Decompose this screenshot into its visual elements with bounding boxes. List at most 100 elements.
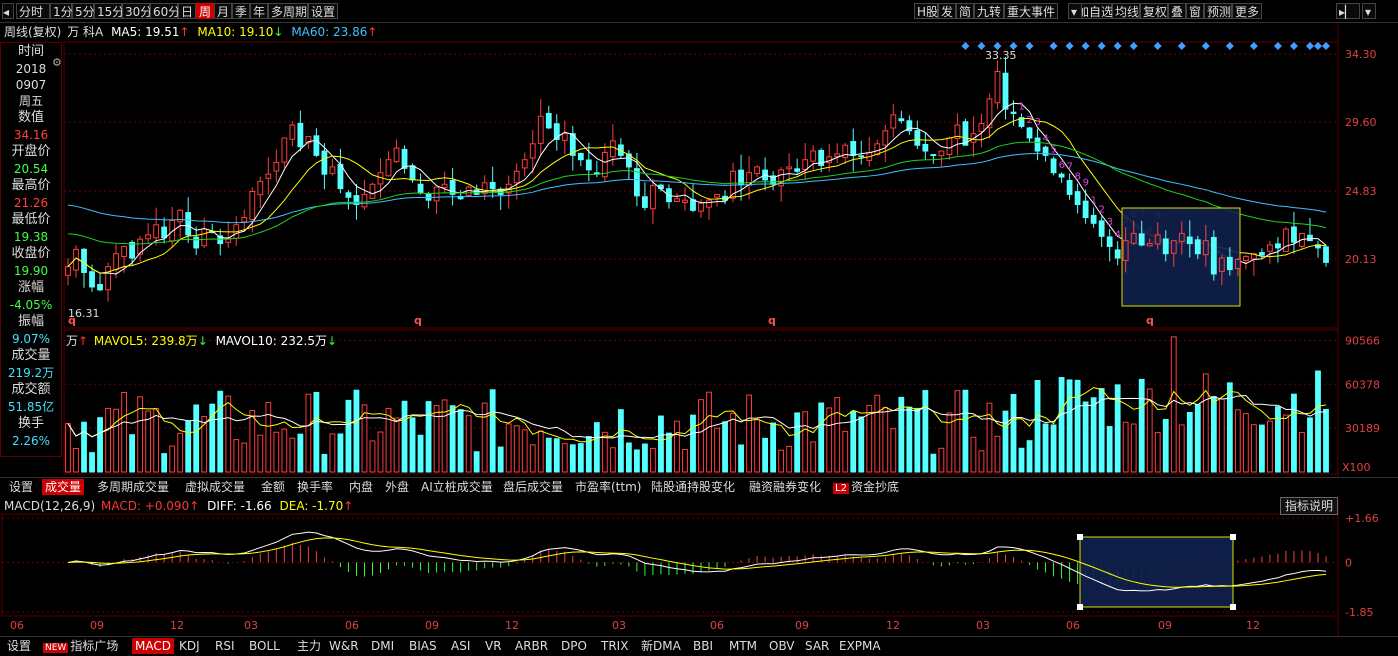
tool-button-8[interactable]: 叠 [1168,3,1186,19]
ind-tab-15[interactable]: 新DMA [638,638,684,654]
vol-tab-5[interactable]: 换手率 [294,479,336,495]
ind-tab-14[interactable]: TRIX [598,638,631,654]
nine-turn-label: 1 [1091,195,1097,206]
ind-tab-13[interactable]: DPO [558,638,590,654]
tool-button-11[interactable]: 更多 [1232,3,1262,19]
period-button-2[interactable]: 5分 [72,3,95,19]
vol-tab-4[interactable]: 金额 [258,479,288,495]
volume-bar [1106,426,1113,473]
candle-body [994,70,1001,104]
macd-info-line: MACD(12,26,9) MACD: +0.090↑ DIFF: -1.66 … [4,498,353,514]
vol-tab-3[interactable]: 虚拟成交量 [182,479,248,495]
dropdown-icon[interactable]: ▾ [1068,3,1082,19]
candle-body [1291,226,1297,243]
candle-body [1090,214,1097,224]
vol-tab-6[interactable]: 内盘 [346,479,376,495]
panel-value: 34.16 [13,128,49,142]
ind-tab-0[interactable]: 设置 [4,638,34,654]
ind-tab-4[interactable]: RSI [212,638,238,654]
ind-tab-9[interactable]: BIAS [406,638,440,654]
vol-tab-11[interactable]: 陆股通持股变化 [648,479,738,495]
ind-tab-7[interactable]: W&R [326,638,362,654]
ind-tab-16[interactable]: BBI [690,638,716,654]
period-button-11[interactable]: 多周期 [268,3,308,19]
panel-value: 0907 [15,78,47,92]
vol-tab-2[interactable]: 多周期成交量 [94,479,172,495]
candle-body [273,162,280,172]
period-button-1[interactable]: 1分 [50,3,73,19]
period-button-7[interactable]: 周 [196,3,214,19]
step-back-icon[interactable]: ◂ [2,3,14,19]
top-toolbar: ◂ 分时 1分 5分 15分 30分 60分日周月季年多周期 设置 H股发简九转 重大事件 加自… [0,0,1398,23]
stock-chart[interactable]: 34.3029.6024.8320.13905666037830189X100+… [0,0,1398,655]
period-button-12[interactable]: 设置 [308,3,338,19]
period-button-9[interactable]: 季 [232,3,250,19]
vol-tab-9[interactable]: 盘后成交量 [500,479,566,495]
period-button-0[interactable]: 分时 [16,3,50,19]
candle-body [1234,258,1241,269]
step-forward-icon[interactable]: ▸▏ [1336,3,1360,19]
nine-turn-label: 2 [1027,115,1033,126]
tool-button-9[interactable]: 窗 [1186,3,1204,19]
settings-gear-icon[interactable]: ⚙ [52,56,62,69]
volume-bar [489,389,496,473]
volume-bar [369,440,376,473]
ind-tab-19[interactable]: SAR [802,638,832,654]
candle-body [281,137,288,163]
ind-tab-17[interactable]: MTM [726,638,760,654]
volume-axis-label: 30189 [1345,422,1380,435]
period-button-3[interactable]: 15分 [94,3,124,19]
volume-bar [625,442,632,473]
ind-tab-12[interactable]: ARBR [512,638,551,654]
volume-bar [289,437,296,473]
ind-tab-8[interactable]: DMI [368,638,397,654]
ind-tab-11[interactable]: VR [482,638,505,654]
ind-tab-20[interactable]: EXPMA [836,638,884,654]
candle-body [930,154,937,157]
ma30-line [67,141,1327,245]
ind-tab-5[interactable]: BOLL [246,638,283,654]
volume-bar [249,410,256,473]
ind-tab-10[interactable]: ASI [448,638,473,654]
tool-button-7[interactable]: 复权 [1140,3,1168,19]
tool-button-2[interactable]: 简 [956,3,974,19]
ind-tab-3[interactable]: KDJ [176,638,203,654]
vol-tab-10[interactable]: 市盈率(ttm) [572,479,644,495]
candle-body [569,133,576,156]
candle-body [1026,127,1033,139]
period-button-4[interactable]: 30分 [122,3,152,19]
period-button-6[interactable]: 日 [178,3,196,19]
panel-value: 219.2万 [7,366,55,380]
tool-button-4[interactable]: 重大事件 [1004,3,1058,19]
indicator-explain-button[interactable]: 指标说明 [1280,497,1338,515]
candle-body [1114,249,1121,259]
candle-body [465,186,472,196]
ind-tab-1[interactable]: NEW 指标广场 [40,638,121,654]
tool-button-10[interactable]: 预测 [1204,3,1232,19]
tool-button-0[interactable]: H股 [914,3,938,19]
tool-button-3[interactable]: 九转 [974,3,1004,19]
period-button-5[interactable]: 60分 [150,3,180,19]
tool-button-1[interactable]: 发 [938,3,956,19]
period-button-10[interactable]: 年 [250,3,268,19]
volume-bar [1002,410,1009,473]
period-button-8[interactable]: 月 [214,3,232,19]
ind-tab-2[interactable]: MACD [132,638,174,654]
volume-bar [882,406,889,473]
ind-tab-6[interactable]: 主力 [294,638,324,654]
volume-bar [65,423,71,473]
vol-tab-7[interactable]: 外盘 [382,479,412,495]
vol-tab-13[interactable]: L2 资金抄底 [830,479,902,495]
dea-value: DEA: -1.70 [279,499,344,513]
vol-tab-8[interactable]: AI立桩成交量 [418,479,496,495]
vol-tab-1[interactable]: 成交量 [42,479,85,495]
tool-button-6[interactable]: 均线 [1112,3,1140,19]
vol-tab-0[interactable]: 设置 [6,479,36,495]
candle-body [185,212,192,236]
candle-body [1162,238,1169,255]
vol-tab-12[interactable]: 融资融券变化 [746,479,824,495]
candle-body [914,130,921,146]
ind-tab-18[interactable]: OBV [766,638,798,654]
more-dropdown-icon[interactable]: ▾ [1362,3,1376,19]
candle-body [754,166,760,174]
